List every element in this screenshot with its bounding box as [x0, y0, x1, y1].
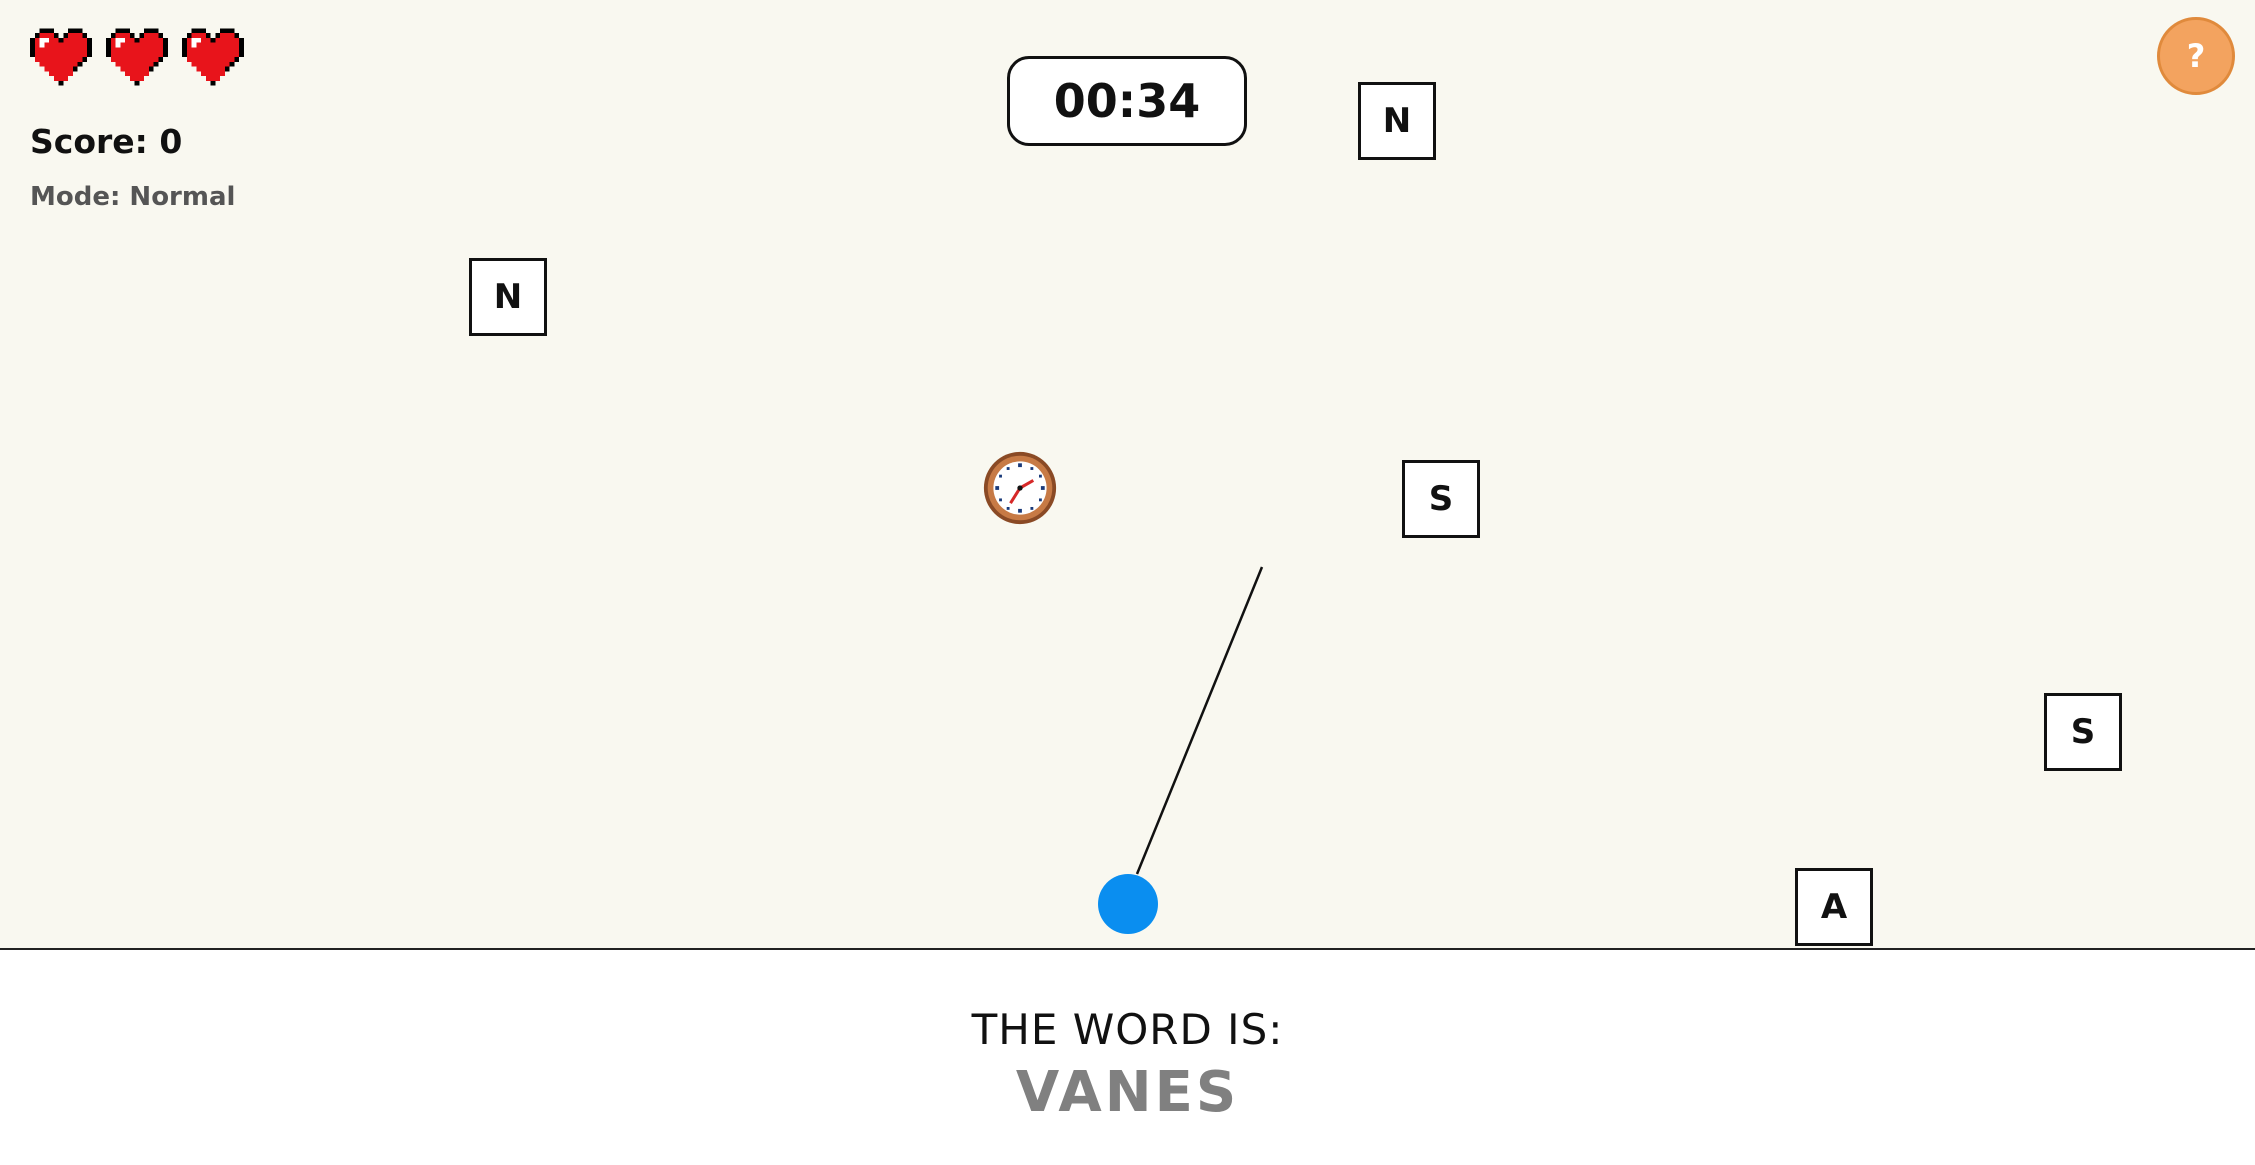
- heart-icon: [30, 28, 92, 86]
- letter-tile[interactable]: N: [1358, 82, 1436, 160]
- game-area[interactable]: Score: 0 Mode: Normal 00:34 ? N N S S A: [0, 0, 2255, 950]
- timer-display: 00:34: [1007, 56, 1247, 146]
- heart-icon: [106, 28, 168, 86]
- mode-text: Mode: Normal: [30, 182, 236, 212]
- letter-tile[interactable]: S: [1402, 460, 1480, 538]
- heart-icon: [182, 28, 244, 86]
- player-ball[interactable]: [1098, 874, 1158, 934]
- letter-tile[interactable]: N: [469, 258, 547, 336]
- lives-display: [30, 26, 244, 88]
- target-word: VANES: [1015, 1060, 1240, 1125]
- word-label: THE WORD IS:: [971, 1005, 1284, 1054]
- letter-tile[interactable]: A: [1795, 868, 1873, 946]
- letter-tile[interactable]: S: [2044, 693, 2122, 771]
- clock-icon[interactable]: [982, 450, 1058, 526]
- score-text: Score: 0: [30, 122, 183, 161]
- help-button[interactable]: ?: [2157, 17, 2235, 95]
